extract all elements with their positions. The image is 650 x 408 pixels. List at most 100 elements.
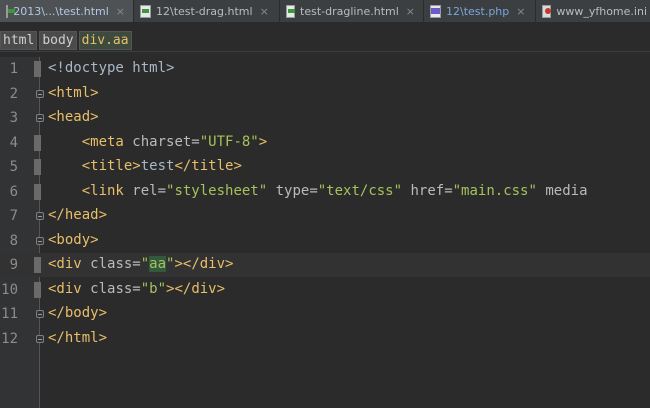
- code-token: charset=: [132, 133, 200, 150]
- close-tab-icon[interactable]: ×: [516, 5, 525, 18]
- code-text: <!doctype html>: [48, 60, 174, 76]
- code-line[interactable]: 4 <meta charset="UTF-8">: [0, 131, 650, 155]
- code-text: <link rel="stylesheet" type="text/css" h…: [48, 183, 588, 199]
- code-token: rel=: [132, 182, 167, 199]
- code-text: <meta charset="UTF-8">: [48, 134, 267, 150]
- code-line[interactable]: 2 <html>: [0, 82, 650, 106]
- web-file-icon: [542, 5, 552, 18]
- code-line[interactable]: 12 </html>: [0, 327, 650, 351]
- line-number: 4: [9, 134, 18, 151]
- code-text: <body>: [48, 232, 99, 248]
- code-token: class=: [90, 256, 141, 272]
- fold-toggle-icon[interactable]: [36, 89, 44, 98]
- code-token: "b": [140, 280, 167, 297]
- line-number: 2: [9, 85, 18, 102]
- selected-token: aa: [149, 256, 167, 272]
- code-token: <div: [48, 280, 91, 297]
- code-token: "stylesheet": [166, 182, 268, 199]
- code-token: ": [140, 256, 150, 272]
- code-line[interactable]: 1 <!doctype html>: [0, 57, 650, 81]
- editor-tab-bar: 2013\...\test.html × 12\test-drag.html × tes…: [0, 0, 650, 23]
- tab-label: 2013\...\test.html: [13, 5, 109, 18]
- code-line[interactable]: 9 <div class="aa"></div>: [0, 253, 650, 277]
- tab-4[interactable]: 12\test.php ×: [424, 0, 536, 22]
- line-number: 12: [1, 330, 18, 347]
- code-token: <head>: [48, 109, 99, 125]
- line-number: 11: [1, 306, 18, 322]
- code-line[interactable]: 10 <div class="b"></div>: [0, 278, 650, 302]
- code-text: <div class="aa"></div>: [48, 256, 233, 272]
- tab-2[interactable]: 12\test-drag.html ×: [134, 0, 280, 22]
- line-number: 7: [9, 208, 18, 224]
- change-marker-icon: [34, 61, 41, 77]
- code-text: <html>: [48, 85, 99, 101]
- code-line[interactable]: 3 <head>: [0, 106, 650, 130]
- code-text: <title>test</title>: [48, 158, 242, 174]
- code-text: <head>: [48, 109, 99, 125]
- code-token: <div: [48, 256, 91, 272]
- code-token: <html>: [48, 84, 99, 101]
- code-line[interactable]: 8 <body>: [0, 229, 650, 253]
- code-token: <body>: [48, 231, 99, 248]
- line-number: 8: [9, 232, 18, 249]
- code-line[interactable]: 5 <title>test</title>: [0, 155, 650, 179]
- code-token: ></div>: [174, 256, 234, 272]
- tab-5[interactable]: www_yfhome.ini: [536, 0, 650, 22]
- html-file-icon: [6, 5, 16, 18]
- fold-toggle-icon[interactable]: [36, 114, 44, 122]
- code-token: type=: [267, 182, 318, 199]
- line-number: 6: [9, 183, 18, 200]
- code-line[interactable]: 6 <link rel="stylesheet" type="text/css"…: [0, 180, 650, 204]
- code-line[interactable]: 11 </body>: [0, 302, 650, 326]
- code-token: <link: [81, 182, 133, 199]
- fold-toggle-icon[interactable]: [36, 212, 44, 220]
- code-token: media: [536, 182, 588, 199]
- code-token: </head>: [48, 207, 108, 223]
- code-line[interactable]: 7 </head>: [0, 204, 650, 228]
- line-number: 3: [9, 110, 18, 126]
- code-token: >: [258, 133, 268, 150]
- code-text: </html>: [48, 330, 107, 346]
- code-token: <!doctype html>: [48, 60, 175, 76]
- breadcrumb-item[interactable]: html: [0, 31, 38, 50]
- fold-toggle-icon[interactable]: [36, 334, 44, 343]
- change-marker-icon: [34, 183, 41, 200]
- close-tab-icon[interactable]: ×: [406, 5, 415, 18]
- change-marker-icon: [34, 159, 41, 175]
- code-token: <meta: [81, 133, 133, 150]
- close-tab-icon[interactable]: ×: [260, 5, 269, 18]
- change-marker-icon: [34, 257, 41, 273]
- fold-toggle-icon[interactable]: [36, 310, 44, 318]
- line-number: 1: [9, 61, 18, 77]
- fold-toggle-icon[interactable]: [36, 236, 44, 245]
- code-text: <div class="b"></div>: [48, 281, 225, 297]
- code-token: "UTF-8": [199, 133, 259, 150]
- code-text: </head>: [48, 207, 107, 223]
- code-text: </body>: [48, 305, 107, 321]
- tab-1[interactable]: 2013\...\test.html ×: [0, 0, 134, 22]
- code-token: href=: [402, 182, 453, 199]
- line-number: 10: [1, 281, 18, 298]
- tab-3[interactable]: test-dragline.html ×: [280, 0, 424, 22]
- code-token: "text/css": [317, 182, 403, 199]
- code-token: "main.css": [452, 182, 537, 199]
- code-token: <title>: [81, 158, 141, 174]
- breadcrumb-item[interactable]: div.aa: [78, 31, 132, 50]
- code-editor[interactable]: 1 <!doctype html> 2 <html> 3 <head> 4 <meta ch…: [0, 57, 650, 408]
- code-token: </html>: [48, 329, 108, 346]
- php-file-icon: [430, 5, 441, 18]
- change-marker-icon: [34, 134, 41, 151]
- tab-label: www_yfhome.ini: [556, 5, 647, 18]
- code-token: ></div>: [166, 280, 226, 297]
- html-file-icon: [286, 5, 296, 18]
- close-tab-icon[interactable]: ×: [116, 5, 125, 18]
- breadcrumb-item[interactable]: body: [39, 31, 77, 50]
- tab-label: 12\test.php: [446, 5, 510, 18]
- code-token: test: [140, 158, 175, 174]
- code-token: </title>: [174, 158, 242, 174]
- tab-label: 12\test-drag.html: [156, 5, 253, 18]
- code-token: </body>: [48, 305, 108, 321]
